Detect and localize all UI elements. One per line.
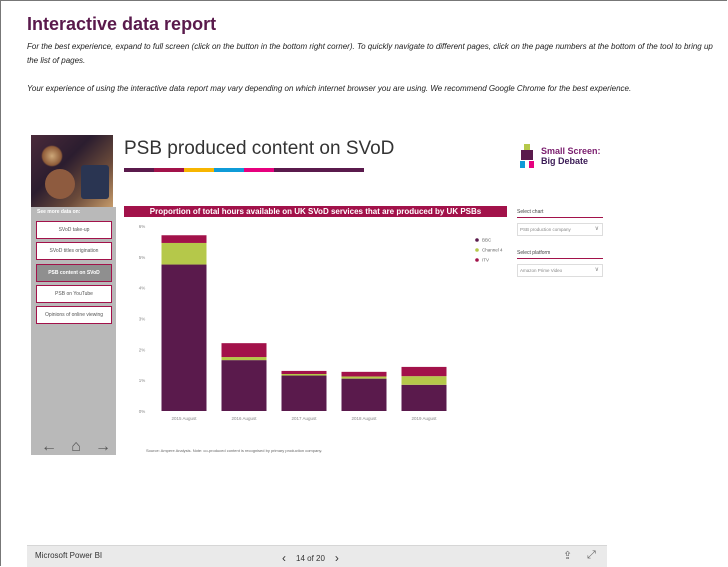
intro-text-2: Your experience of using the interactive… (27, 84, 632, 93)
powerbi-brand: Microsoft Power BI (35, 551, 103, 560)
color-bar-segment (334, 168, 364, 172)
color-bar-segment (184, 168, 214, 172)
legend-label: Channel 4 (482, 248, 503, 253)
intro-text-1: For the best experience, expand to full … (27, 42, 713, 65)
chart-controls: Select chart PSB production company ∨ Se… (517, 209, 603, 277)
bar-segment (281, 375, 327, 411)
legend-label: ITV (482, 258, 489, 263)
bar-segment (221, 343, 267, 358)
bar-segment (401, 384, 447, 411)
bar-segment (161, 235, 207, 243)
nav-header: See more data on: (37, 209, 81, 215)
select-platform-dropdown[interactable]: Amazon Prime Video ∨ (517, 264, 603, 277)
x-tick-label: 2017 August (291, 416, 317, 421)
color-bar-segment (304, 168, 334, 172)
x-tick-label: 2015 August (171, 416, 197, 421)
next-page-button[interactable]: › (335, 551, 339, 565)
bar-segment (341, 376, 387, 379)
color-bar-segment (274, 168, 304, 172)
x-tick-label: 2019 August (411, 416, 437, 421)
select-chart-value: PSB production company (520, 227, 571, 232)
x-tick-label: 2016 August (231, 416, 257, 421)
bar-segment (341, 378, 387, 411)
nav-item-svod-titles[interactable]: SVoD titles origination (36, 242, 112, 260)
y-tick-label: 2% (139, 347, 146, 352)
brand-logo: Small Screen: Big Debate (517, 138, 627, 174)
brand-line2: Big Debate (541, 156, 589, 166)
legend-marker (475, 238, 479, 242)
nav-item-psb-content[interactable]: PSB content on SVoD (36, 264, 112, 282)
chevron-down-icon: ∨ (594, 226, 599, 232)
nav-arrows: ← ⌂ → (41, 438, 111, 456)
page-indicator[interactable]: 14 of 20 (296, 554, 325, 563)
chart-title: Proportion of total hours available on U… (124, 206, 507, 217)
tv-logo-icon (520, 144, 534, 168)
header-photo (31, 135, 113, 207)
select-chart-dropdown[interactable]: PSB production company ∨ (517, 223, 603, 236)
x-tick-label: 2018 August (351, 416, 377, 421)
home-icon[interactable]: ⌂ (71, 438, 81, 456)
page-title: Interactive data report (27, 14, 217, 34)
bar-segment (341, 371, 387, 377)
y-tick-label: 4% (139, 286, 146, 291)
share-icon[interactable]: ⇪ (563, 549, 572, 562)
powerbi-footer: Microsoft Power BI ‹ 14 of 20 › ⇪ ⤢ (27, 545, 607, 567)
select-platform-value: Amazon Prime Video (520, 268, 563, 273)
bar-chart: 0% 1% 2% 3% 4% 5% 6% 2015 August 2016 August 2017… (139, 224, 503, 421)
y-tick-label: 1% (139, 378, 146, 383)
nav-item-opinions[interactable]: Opinions of online viewing (36, 306, 112, 324)
fullscreen-icon[interactable]: ⤢ (587, 549, 596, 562)
nav-item-svod-take-up[interactable]: SVoD take-up (36, 221, 112, 239)
color-bar-segment (154, 168, 184, 172)
legend-marker (475, 248, 479, 252)
bar-segment (281, 370, 327, 374)
color-bar-segment (124, 168, 154, 172)
select-platform-label: Select platform (517, 250, 603, 259)
legend-marker (475, 258, 479, 262)
report-canvas: PSB produced content on SVoD Small Scree… (27, 130, 607, 566)
brand-line1: Small Screen: (541, 146, 601, 156)
prev-page-button[interactable]: ‹ (282, 551, 286, 565)
side-nav: See more data on: SVoD take-up SVoD titl… (31, 207, 116, 455)
color-bar-segment (214, 168, 244, 172)
report-title: PSB produced content on SVoD (124, 138, 395, 159)
y-tick-label: 3% (139, 317, 146, 322)
bar-segment (221, 357, 267, 361)
color-bar-segment (244, 168, 274, 172)
select-chart-label: Select chart (517, 209, 603, 218)
bar-segment (161, 264, 207, 411)
y-tick-label: 0% (139, 409, 146, 414)
bar-segment (281, 374, 327, 376)
legend-label: BBC (482, 238, 492, 243)
y-tick-label: 5% (139, 255, 146, 260)
chevron-down-icon: ∨ (594, 267, 599, 273)
page-navigator: ‹ 14 of 20 › (282, 551, 339, 565)
bar-segment (401, 376, 447, 385)
forward-arrow-icon[interactable]: → (95, 438, 111, 456)
back-arrow-icon[interactable]: ← (41, 438, 57, 456)
bar-segment (221, 360, 267, 411)
color-bar (124, 168, 364, 172)
y-tick-label: 6% (139, 224, 146, 229)
nav-item-psb-youtube[interactable]: PSB on YouTube (36, 285, 112, 303)
source-note: Source: Ampere Analysis. Note: co-produc… (146, 448, 323, 453)
bar-segment (401, 366, 447, 377)
bar-segment (161, 242, 207, 265)
